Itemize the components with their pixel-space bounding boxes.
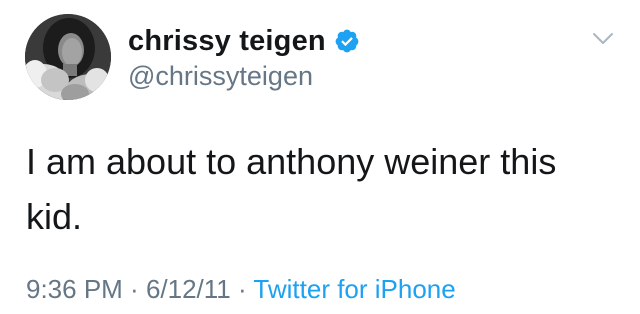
tweet-date[interactable]: 6/12/11 (146, 274, 231, 304)
tweet-time[interactable]: 9:36 PM (26, 274, 123, 304)
user-handle[interactable]: @chrissyteigen (128, 60, 313, 92)
author-name-row: chrissy teigen (128, 24, 360, 58)
tweet-card: chrissy teigen @chrissyteigen I am about… (0, 0, 640, 314)
meta-separator: · (230, 274, 254, 304)
display-name[interactable]: chrissy teigen (128, 24, 326, 58)
verified-badge-icon (334, 28, 360, 54)
tweet-text: I am about to anthony weiner this kid. (26, 141, 557, 237)
tweet-meta: 9:36 PM · 6/12/11 · Twitter for iPhone (26, 272, 456, 306)
tweet-source-link[interactable]: Twitter for iPhone (253, 274, 455, 304)
meta-separator: · (122, 274, 146, 304)
profile-photo (25, 14, 111, 100)
avatar[interactable] (25, 14, 111, 100)
chevron-down-icon[interactable] (592, 32, 614, 46)
